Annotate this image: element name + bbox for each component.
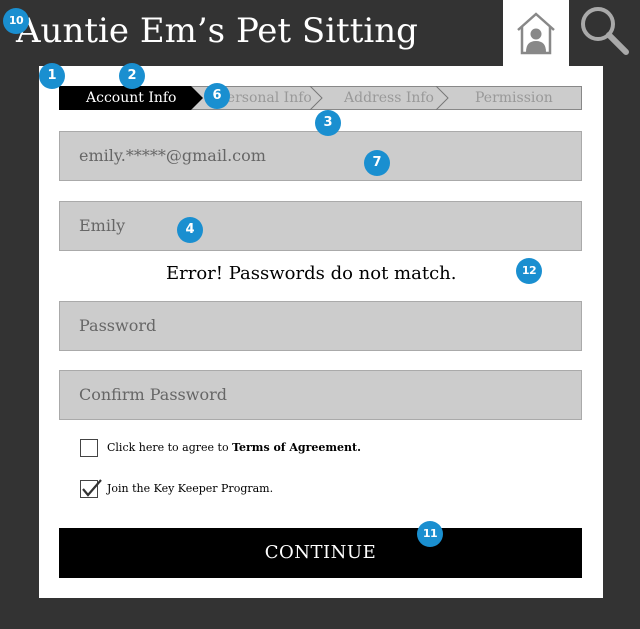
step-permission[interactable]: Permission <box>475 86 553 110</box>
key-keeper-checkbox[interactable] <box>80 479 102 498</box>
key-keeper-label: Join the Key Keeper Program. <box>107 482 274 495</box>
password-field[interactable]: Password <box>59 301 582 351</box>
confirm-password-field[interactable]: Confirm Password <box>59 370 582 420</box>
email-field[interactable]: emily.*****@gmail.com <box>59 131 582 181</box>
annotation-badge: 3 <box>315 110 341 136</box>
app-title: Auntie Em’s Pet Sitting <box>16 11 418 51</box>
annotation-badge: 2 <box>119 63 145 89</box>
search-button[interactable] <box>576 2 634 60</box>
error-message: Error! Passwords do not match. <box>166 263 457 284</box>
step-account-info[interactable]: Account Info <box>86 86 177 110</box>
annotation-badge: 12 <box>516 258 542 284</box>
terms-checkbox[interactable] <box>80 439 98 457</box>
annotation-badge: 11 <box>417 521 443 547</box>
annotation-badge: 1 <box>39 63 65 89</box>
annotation-badge: 10 <box>3 8 29 34</box>
name-field[interactable]: Emily <box>59 201 582 251</box>
continue-button[interactable]: CONTINUE <box>59 528 582 578</box>
terms-prefix: Click here to agree to <box>107 441 233 454</box>
home-button[interactable] <box>503 0 569 66</box>
home-person-icon <box>517 12 555 55</box>
step-address-info[interactable]: Address Info <box>344 86 434 110</box>
terms-link[interactable]: Terms of Agreement. <box>232 441 361 454</box>
terms-label: Click here to agree to Terms of Agreemen… <box>107 437 361 459</box>
annotation-badge: 6 <box>204 83 230 109</box>
annotation-badge: 7 <box>364 150 390 176</box>
progress-steps: Account Info Personal Info Address Info … <box>59 86 582 110</box>
annotation-badge: 4 <box>177 217 203 243</box>
step-personal-info[interactable]: Personal Info <box>218 86 312 110</box>
search-icon <box>581 7 629 55</box>
checkmark-icon <box>82 479 102 497</box>
